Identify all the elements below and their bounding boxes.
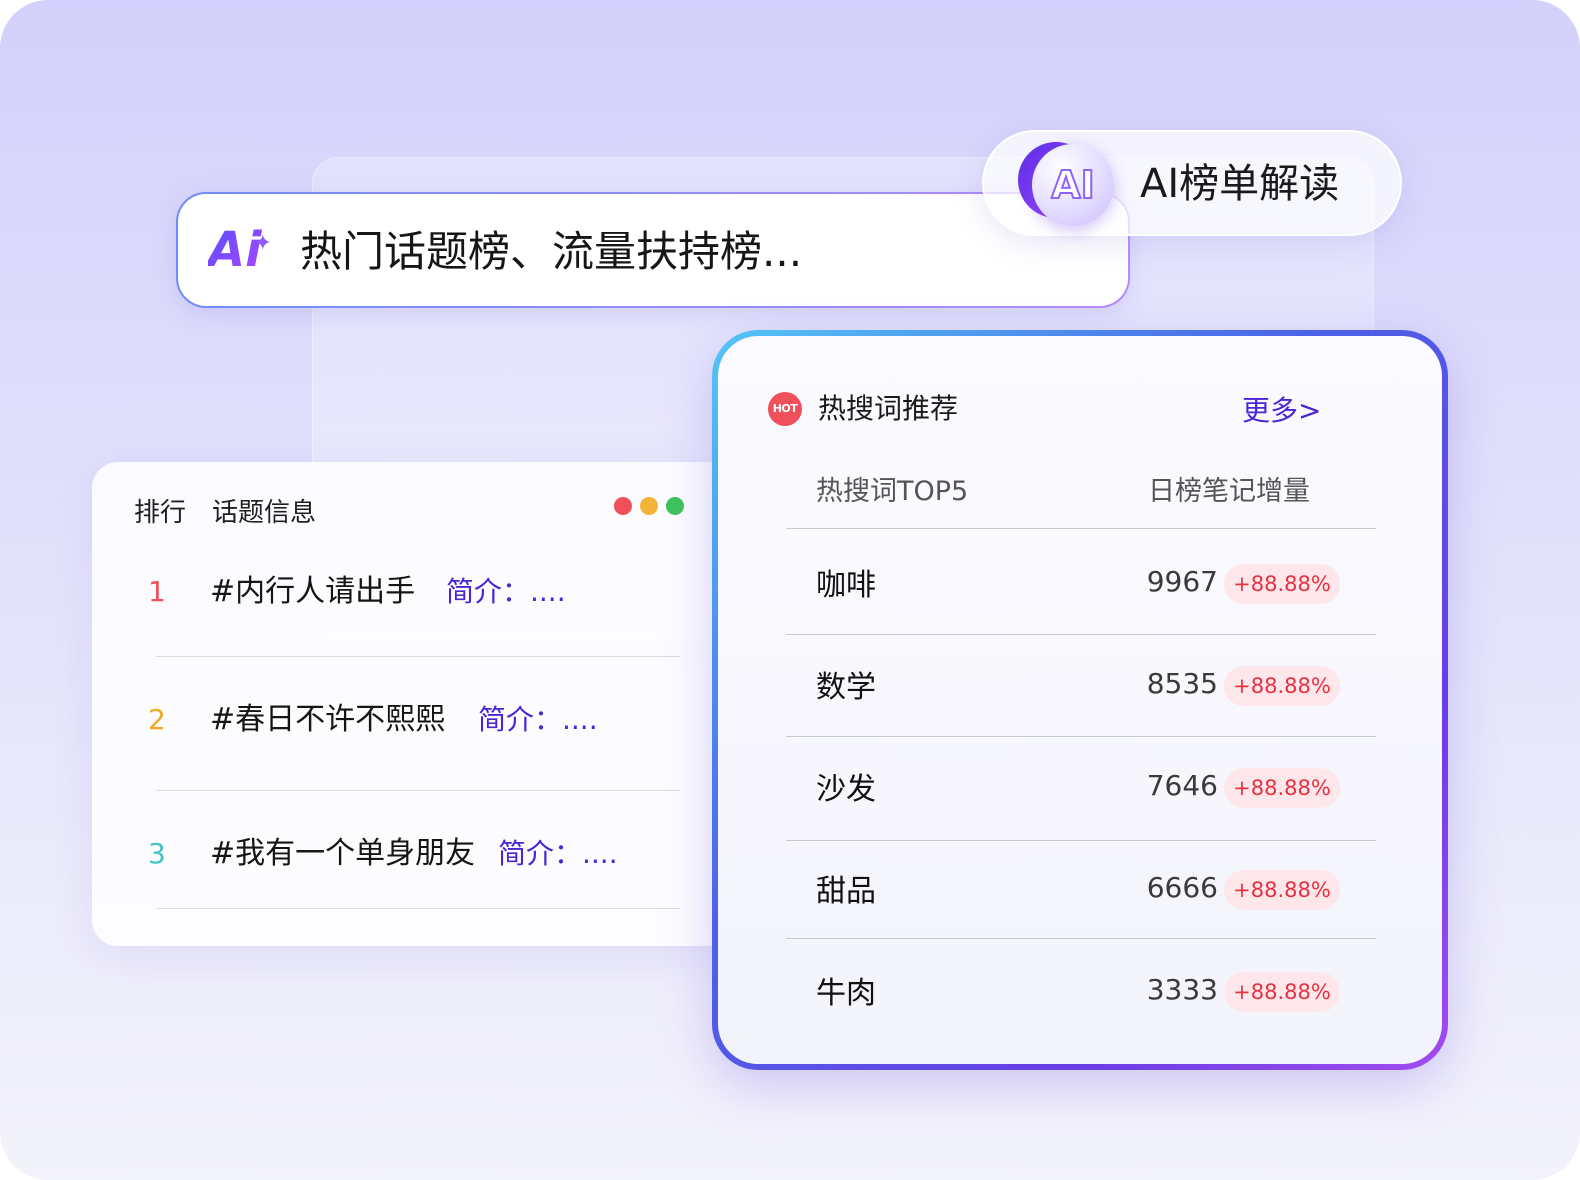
canvas: Ai ✦ 热门话题榜、流量扶持榜... AI AI榜单解读 排行 话题信息 1 … <box>0 0 1580 1180</box>
row-divider <box>156 790 680 791</box>
rank-number: 2 <box>148 703 166 736</box>
note-count: 7646 <box>1146 769 1218 802</box>
table-row[interactable]: 数学 8535 +88.88% <box>718 666 1448 710</box>
ai-logo-icon: Ai ✦ <box>208 220 272 280</box>
growth-rate-badge: +88.88% <box>1224 564 1340 604</box>
table-row[interactable]: 甜品 6666 +88.88% <box>718 870 1448 914</box>
ai-ranking-interpret-button[interactable]: AI AI榜单解读 <box>982 130 1402 236</box>
row-divider <box>786 736 1376 737</box>
hot-word[interactable]: 牛肉 <box>816 972 876 1016</box>
column-header-rank: 排行 <box>134 498 187 528</box>
row-divider <box>156 656 680 657</box>
hot-word[interactable]: 数学 <box>816 666 876 710</box>
ai-search-bar[interactable]: Ai ✦ 热门话题榜、流量扶持榜... <box>176 192 1130 308</box>
hot-search-title: 热搜词推荐 <box>818 392 959 425</box>
note-count: 6666 <box>1146 871 1218 904</box>
row-divider <box>156 908 680 909</box>
table-row[interactable]: 3 #我有一个单身朋友 简介：.... <box>92 834 732 874</box>
topic-ranking-card: 排行 话题信息 1 #内行人请出手 简介：.... 2 #春日不许不熙熙 简介：… <box>92 462 732 946</box>
column-header-daily-growth: 日榜笔记增量 <box>1148 476 1310 507</box>
topic-title[interactable]: #内行人请出手 <box>210 572 415 612</box>
row-divider <box>786 840 1376 841</box>
rank-number: 1 <box>148 575 166 608</box>
table-row[interactable]: 咖啡 9967 +88.88% <box>718 564 1448 608</box>
note-count: 8535 <box>1146 667 1218 700</box>
table-row[interactable]: 1 #内行人请出手 简介：.... <box>92 572 732 612</box>
note-count: 9967 <box>1146 565 1218 598</box>
column-header-topic-info: 话题信息 <box>212 498 317 528</box>
note-count: 3333 <box>1146 973 1218 1006</box>
rank-number: 3 <box>148 837 166 870</box>
hot-search-card: HOT 热搜词推荐 更多> 热搜词TOP5 日榜笔记增量 咖啡 9967 +88… <box>712 330 1448 1070</box>
table-row[interactable]: 2 #春日不许不熙熙 简介：.... <box>92 700 732 740</box>
window-dot-yellow <box>640 497 658 515</box>
window-dot-red <box>614 497 632 515</box>
topic-intro-link[interactable]: 简介：.... <box>478 700 598 740</box>
growth-rate-badge: +88.88% <box>1224 666 1340 706</box>
topic-title[interactable]: #我有一个单身朋友 <box>210 834 475 874</box>
topic-intro-link[interactable]: 简介：.... <box>498 834 618 874</box>
table-row[interactable]: 沙发 7646 +88.88% <box>718 768 1448 812</box>
ai-orb-icon: AI <box>1032 144 1114 226</box>
header-divider <box>786 528 1376 529</box>
topic-intro-link[interactable]: 简介：.... <box>446 572 566 612</box>
hot-word[interactable]: 咖啡 <box>816 564 876 608</box>
table-row[interactable]: 牛肉 3333 +88.88% <box>718 972 1448 1016</box>
column-header-hot-word: 热搜词TOP5 <box>816 476 969 507</box>
hot-word[interactable]: 沙发 <box>816 768 876 812</box>
growth-rate-badge: +88.88% <box>1224 768 1340 808</box>
growth-rate-badge: +88.88% <box>1224 972 1340 1012</box>
hot-badge-icon: HOT <box>768 392 802 426</box>
ai-search-query[interactable]: 热门话题榜、流量扶持榜... <box>300 222 802 282</box>
hot-word[interactable]: 甜品 <box>816 870 876 914</box>
row-divider <box>786 634 1376 635</box>
topic-title[interactable]: #春日不许不熙熙 <box>210 700 445 740</box>
row-divider <box>786 938 1376 939</box>
sparkle-icon: ✦ <box>253 231 272 256</box>
more-link[interactable]: 更多> <box>1242 392 1321 430</box>
ai-ranking-interpret-label: AI榜单解读 <box>1140 161 1340 207</box>
window-dot-green <box>666 497 684 515</box>
growth-rate-badge: +88.88% <box>1224 870 1340 910</box>
